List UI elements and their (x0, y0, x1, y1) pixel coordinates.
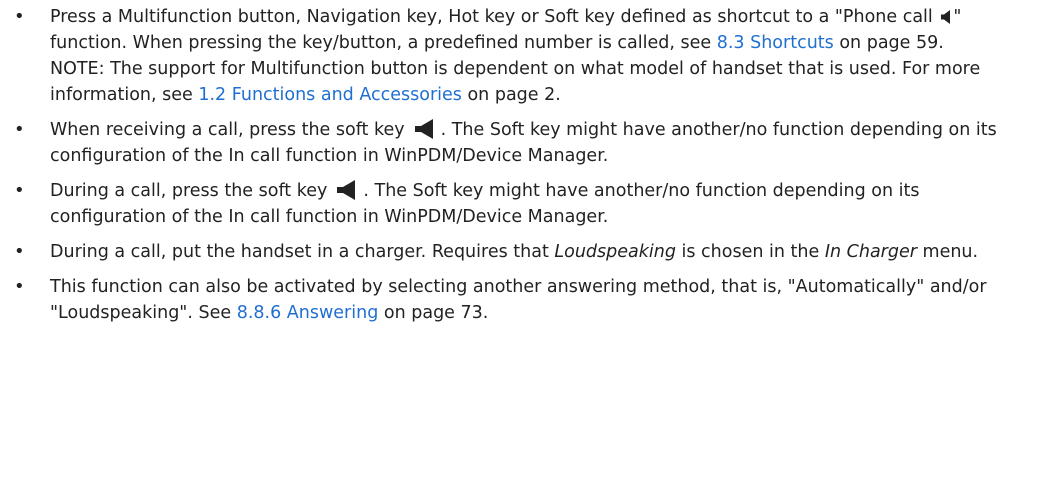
bullet-marker: • (14, 119, 25, 140)
item-text: Press a Multifunction button, Navigation… (50, 7, 939, 27)
link-answering[interactable]: 8.8.6 Answering (237, 303, 379, 323)
bullet-marker: • (14, 6, 25, 27)
item-text: on page 59. (833, 33, 944, 53)
item-text: menu. (916, 242, 979, 262)
emphasis-in-charger: In Charger (824, 242, 917, 262)
list-item-answering: • This function can also be activated by… (0, 274, 1037, 326)
item-text: During a call, press the soft key (50, 181, 328, 201)
item-text: This function can also be activated by s… (50, 277, 987, 323)
bullet-marker: • (14, 180, 25, 201)
item-text: on page 73. (378, 303, 489, 323)
item-text: During a call, put the handset in a char… (50, 242, 555, 262)
link-shortcuts[interactable]: 8.3 Shortcuts (717, 33, 834, 53)
loudspeaker-soft-key-icon (414, 119, 433, 139)
document-page: • Press a Multifunction button, Navigati… (0, 0, 1037, 477)
loudspeaker-soft-key-icon (337, 180, 356, 200)
list-item-shortcut: • Press a Multifunction button, Navigati… (0, 4, 1037, 108)
bullet-marker: • (14, 241, 25, 262)
bullet-list: • Press a Multifunction button, Navigati… (0, 4, 1037, 335)
list-item-receiving-call: • When receiving a call, press the soft … (0, 117, 1037, 169)
item-text: When receiving a call, press the soft ke… (50, 120, 405, 140)
item-text: is chosen in the (675, 242, 825, 262)
note-tail: on page 2. (461, 85, 561, 105)
link-functions-accessories[interactable]: 1.2 Functions and Accessories (198, 85, 462, 105)
list-item-during-call: • During a call, press the soft key. The… (0, 178, 1037, 230)
note-text: NOTE: The support for Multifunction butt… (50, 56, 1031, 108)
speaker-icon (941, 10, 951, 24)
bullet-marker: • (14, 276, 25, 297)
emphasis-loudspeaking: Loudspeaking (554, 242, 676, 262)
list-item-charger: • During a call, put the handset in a ch… (0, 239, 1037, 265)
